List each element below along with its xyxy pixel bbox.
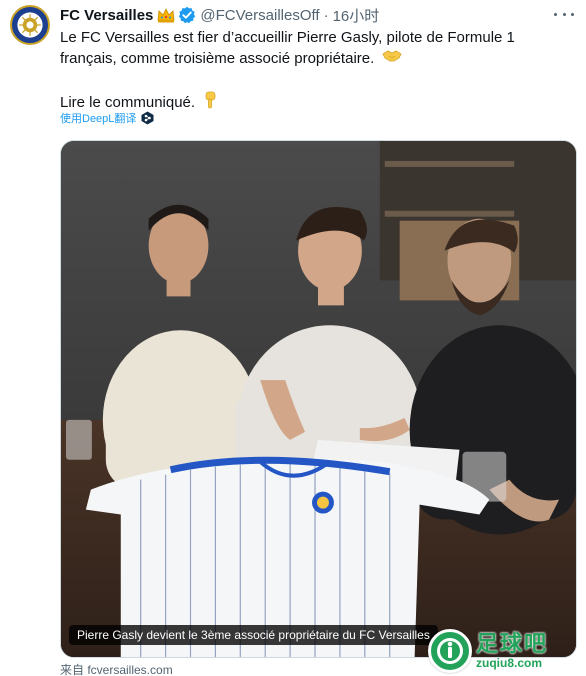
tweet-card: FC Versailles @FCVersaillesOff · 16小时 Le… <box>0 0 586 676</box>
timestamp[interactable]: 16小时 <box>333 5 380 26</box>
tweet-photo[interactable]: Pierre Gasly devient le 3ème associé pro… <box>60 140 577 658</box>
separator-dot: · <box>323 6 329 24</box>
tweet-text-line-2: Lire le communiqué. <box>60 94 196 111</box>
translate-link[interactable]: 使用DeepL翻译 <box>60 110 154 126</box>
watermark-brand: 足球吧 <box>476 631 549 656</box>
author-name[interactable]: FC Versailles <box>60 7 153 24</box>
tweet-text-line-1: Le FC Versailles est fier d’accueillir P… <box>60 29 515 67</box>
tweet-text: Le FC Versailles est fier d’accueillir P… <box>60 27 570 115</box>
fc-versailles-logo <box>12 7 48 43</box>
deepl-icon <box>141 111 154 125</box>
watermark-logo-icon <box>428 629 472 673</box>
crown-emoji-icon <box>157 7 175 23</box>
tweet-header: FC Versailles @FCVersaillesOff · 16小时 <box>60 5 379 25</box>
verified-badge-icon <box>178 6 196 24</box>
photo-caption: Pierre Gasly devient le 3ème associé pro… <box>69 625 438 645</box>
watermark-url: zuqiu8.com <box>476 656 543 670</box>
pointing-down-emoji-icon <box>203 91 217 115</box>
site-watermark: 足球吧 zuqiu8.com <box>428 628 578 674</box>
author-handle[interactable]: @FCVersaillesOff <box>200 7 319 24</box>
source-link[interactable]: 来自 fcversailles.com <box>60 661 173 676</box>
translate-label[interactable]: 使用DeepL翻译 <box>60 110 136 126</box>
avatar[interactable] <box>10 5 50 45</box>
signing-photo <box>61 141 576 657</box>
handshake-emoji-icon <box>382 48 402 70</box>
more-options-icon[interactable] <box>554 6 574 22</box>
